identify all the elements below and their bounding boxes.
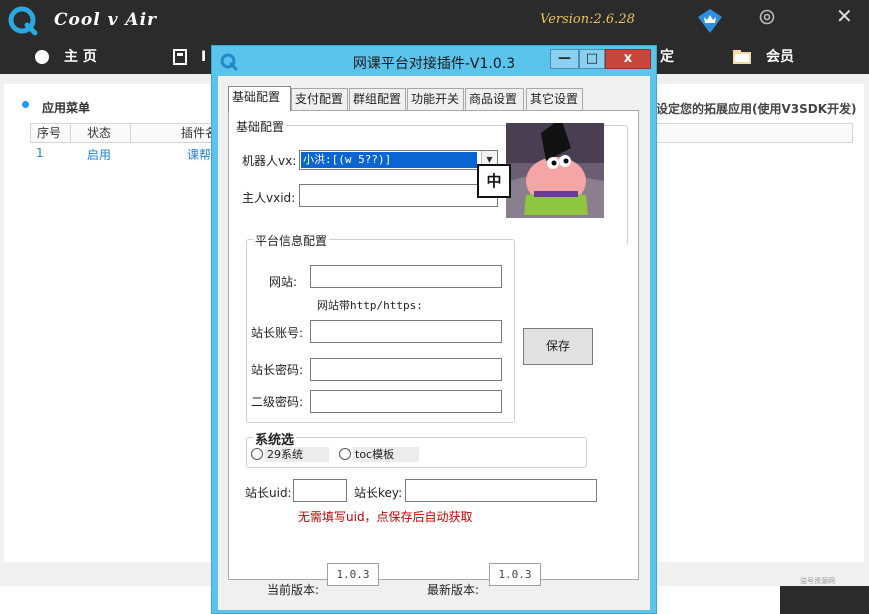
section-dot [22, 101, 29, 108]
radio-29-system-label[interactable]: 29系统 [265, 447, 329, 462]
latest-version-field: 1.0.3 [489, 563, 541, 586]
column-header-status: 状态 [71, 124, 131, 142]
app-titlebar: Cool v Air Version:2.6.28 ✕ [0, 0, 869, 40]
plugin-dialog: 网课平台对接插件-V1.0.3 — □ x 基础配置 支付配置 群组配置 功能开… [211, 45, 657, 614]
password-label: 站长密码: [251, 363, 304, 377]
site-hint: 网站带http/https: [317, 299, 423, 312]
uid-input[interactable] [293, 479, 347, 502]
column-header-index: 序号 [31, 124, 71, 142]
robot-vx-select[interactable]: 小洪:[(w 5??)] ▼ [299, 150, 498, 170]
dialog-titlebar[interactable]: 网课平台对接插件-V1.0.3 — □ x [212, 46, 656, 76]
folder-icon [733, 50, 751, 64]
menu-item-label: I [201, 49, 207, 65]
current-version-field: 1.0.3 [327, 563, 379, 586]
uid-hint: 无需填写uid，点保存后自动获取 [298, 510, 473, 524]
crown-icon[interactable] [697, 8, 723, 34]
tab-basic-config[interactable]: 基础配置 [228, 86, 291, 111]
tab-feature-switch[interactable]: 功能开关 [407, 88, 464, 110]
tab-other-settings[interactable]: 其它设置 [526, 88, 583, 110]
home-icon [35, 50, 49, 64]
app-version: Version:2.6.28 [540, 12, 635, 27]
tab-group-config[interactable]: 群组配置 [349, 88, 406, 110]
password-input[interactable] [310, 358, 502, 381]
key-input[interactable] [405, 479, 597, 502]
app-statusbar-dark [780, 586, 869, 614]
column-header-name: 插件名 [181, 126, 218, 140]
menu-item-label: 主 页 [64, 49, 97, 65]
minimize-button[interactable]: — [550, 49, 579, 69]
app-logo-icon [8, 6, 38, 36]
dialog-close-button[interactable]: x [605, 49, 651, 69]
secondary-password-input[interactable] [310, 390, 502, 413]
ime-indicator: 中 [477, 164, 511, 198]
avatar [506, 123, 604, 218]
platform-config-legend: 平台信息配置 [253, 232, 330, 249]
menu-item-document[interactable]: I [173, 40, 206, 74]
dialog-body: 基础配置 支付配置 群组配置 功能开关 商品设置 其它设置 基础配置 机器人vx… [218, 76, 650, 610]
table-cell-status[interactable]: 启用 [87, 146, 111, 163]
key-label: 站长key: [354, 486, 403, 500]
radio-toc-template[interactable] [339, 448, 351, 460]
table-cell-index[interactable]: 1 [36, 146, 44, 160]
watermark: 溢号资源网 [800, 577, 835, 585]
uid-label: 站长uid: [245, 486, 292, 500]
app-title: Cool v Air [54, 10, 157, 30]
robot-vx-selected: 小洪:[(w 5??)] [301, 152, 477, 168]
table-cell-name[interactable]: 课帮 [187, 146, 211, 163]
menu-item-partial[interactable]: 定 [660, 40, 674, 74]
menu-item-vip[interactable]: 会员 [732, 40, 794, 74]
menu-item-label: 定 [660, 49, 674, 65]
maximize-button[interactable]: □ [579, 49, 605, 69]
tab-payment-config[interactable]: 支付配置 [291, 88, 348, 110]
latest-version-label: 最新版本: [427, 583, 480, 597]
account-label: 站长账号: [251, 326, 304, 340]
tab-panel-basic: 基础配置 机器人vx: 小洪:[(w 5??)] ▼ 中 主人vxid: 平台信… [228, 110, 639, 580]
app-close-button[interactable]: ✕ [836, 6, 853, 26]
menu-item-home[interactable]: 主 页 [34, 40, 97, 74]
current-version-label: 当前版本: [267, 583, 320, 597]
secondary-password-label: 二级密码: [251, 395, 304, 409]
owner-vxid-label: 主人vxid: [242, 191, 296, 205]
site-label: 网站: [269, 275, 298, 289]
site-input[interactable] [310, 265, 502, 288]
basic-config-legend: 基础配置 [234, 118, 287, 135]
menu-item-label: 会员 [766, 49, 794, 65]
robot-vx-label: 机器人vx: [242, 154, 297, 168]
gear-icon[interactable] [758, 8, 776, 26]
system-select-legend: 系统选 [253, 429, 297, 448]
radio-toc-template-label[interactable]: toc模板 [353, 447, 419, 462]
account-input[interactable] [310, 320, 502, 343]
extension-note: 设定您的拓展应用(使用V3SDK开发) [656, 102, 857, 116]
document-icon [173, 49, 187, 65]
tab-product-settings[interactable]: 商品设置 [465, 88, 524, 110]
save-button[interactable]: 保存 [523, 328, 593, 365]
owner-vxid-input[interactable] [299, 184, 498, 207]
section-title: 应用菜单 [42, 101, 91, 115]
radio-29-system[interactable] [251, 448, 263, 460]
